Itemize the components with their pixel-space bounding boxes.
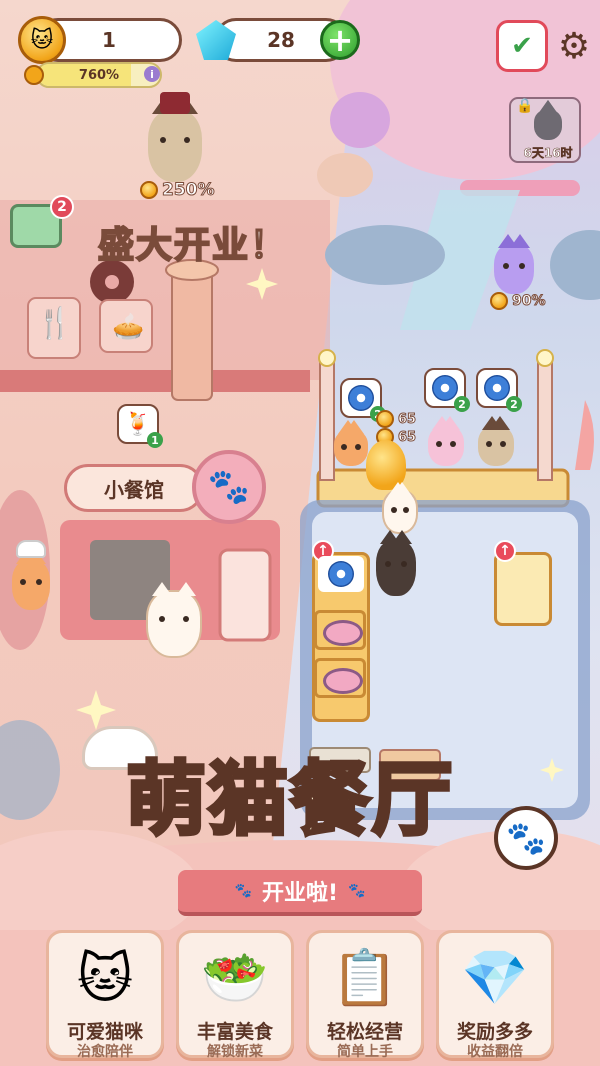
- empty-station[interactable]: [494, 552, 552, 626]
- cook-cat[interactable]: [376, 530, 416, 596]
- coin-count: 1: [102, 28, 116, 52]
- feature-subtitle: 解锁新菜: [207, 1044, 263, 1060]
- feature-subtitle: 简单上手: [337, 1044, 393, 1060]
- locked-slot[interactable]: 🔒 6天16时: [516, 98, 580, 162]
- feature-title: 丰富美食: [196, 1021, 273, 1043]
- locked-timer: 6天16时: [523, 146, 573, 161]
- gem-count: 28: [267, 28, 295, 52]
- daily-task-button[interactable]: ✔: [496, 20, 548, 72]
- lunchbox-badge: 2: [50, 195, 74, 219]
- feature-subtitle: 收益翻倍: [467, 1044, 523, 1060]
- paw-small-icon: 🐾: [234, 883, 252, 899]
- cat-eyes: [20, 579, 42, 587]
- purple-cat-bonus-tag: 90%: [490, 292, 546, 310]
- host-bonus-value: 250%: [162, 180, 216, 201]
- coin-icon: [490, 292, 508, 310]
- cat-eyes: [435, 441, 457, 449]
- settings-button[interactable]: ⚙: [548, 20, 600, 72]
- paw-small-icon: 🐾: [348, 883, 366, 899]
- floating-coin-1: 65: [376, 410, 417, 428]
- feature-title: 可爱猫咪: [66, 1021, 143, 1043]
- purple-cat[interactable]: [494, 234, 534, 294]
- chef-cat[interactable]: [12, 550, 50, 610]
- host-cat[interactable]: [148, 100, 202, 182]
- game-title: 萌猫餐厅: [124, 753, 454, 846]
- coin-icon: [376, 410, 394, 428]
- checklist-icon: 📋: [331, 946, 399, 1009]
- cat-eyes: [159, 616, 189, 624]
- cat-eyes: [384, 561, 408, 569]
- donut-order-bubble-2[interactable]: 2: [424, 368, 470, 412]
- donut-station[interactable]: [318, 556, 364, 592]
- title-ribbon: 🐾 开业啦! 🐾: [178, 870, 422, 916]
- progress-coin-icon: [24, 65, 44, 85]
- feature-subtitle: 治愈陪伴: [77, 1044, 133, 1060]
- chef-hat-icon: [16, 540, 46, 558]
- calico-cat[interactable]: [146, 582, 202, 658]
- drink-order-bubble[interactable]: 🍹 1: [117, 404, 163, 448]
- feature-title: 奖励多多: [456, 1021, 533, 1043]
- cat-eyes: [502, 263, 526, 271]
- drink-order-count: 1: [147, 432, 163, 448]
- diamond-coin-icon: 💎: [461, 946, 529, 1009]
- add-gems-button[interactable]: +: [320, 20, 360, 60]
- upgrade-arrow-icon[interactable]: ↑: [494, 540, 516, 562]
- feature-card-rewards[interactable]: 💎 奖励多多 收益翻倍: [436, 930, 554, 1060]
- food-icon: 🥗: [201, 946, 269, 1009]
- customer-cat-orange[interactable]: [334, 420, 368, 466]
- lock-icon: 🔒: [516, 98, 534, 114]
- coin-icon: [140, 181, 158, 199]
- cat-eyes: [391, 507, 409, 515]
- top-hat-icon: [160, 92, 190, 114]
- donut-icon: [432, 375, 458, 401]
- cat-eyes: [159, 137, 191, 145]
- locked-cat: [534, 100, 562, 140]
- order-count: 2: [454, 396, 470, 412]
- feature-title: 轻松经营: [326, 1021, 403, 1043]
- calendar-check-icon: ✔: [511, 31, 533, 61]
- feature-card-cute-cats[interactable]: 🐱 可爱猫咪 治愈陪伴: [46, 930, 164, 1060]
- restaurant-sign-label: 小餐馆: [104, 477, 164, 502]
- cat-eyes: [341, 443, 361, 452]
- customer-cat-pink[interactable]: [428, 416, 464, 466]
- waiter-cat[interactable]: [382, 482, 418, 534]
- info-icon[interactable]: i: [144, 66, 160, 82]
- frying-pan-station-2[interactable]: [314, 658, 366, 698]
- donut-icon: [328, 561, 354, 587]
- restaurant-sign[interactable]: 小餐馆: [64, 464, 204, 512]
- grand-opening-text: 盛大开业！: [97, 224, 289, 267]
- feature-card-easy-management[interactable]: 📋 轻松经营 简单上手: [306, 930, 424, 1060]
- coin-icon: [18, 16, 66, 64]
- gear-icon: ⚙: [557, 25, 591, 67]
- donut-order-bubble-3[interactable]: 2: [476, 368, 522, 412]
- game-scene: 1 760% i 28 + ✔ ⚙ 250% 2 盛大开业！ 🍴 🥧 🍹 1 小…: [0, 0, 600, 1066]
- utensils-icon: 🍴: [36, 306, 74, 341]
- drink-icon: 🍹: [124, 411, 152, 437]
- host-bonus-tag: 250%: [140, 180, 216, 201]
- paw-title-icon: 🐾: [494, 806, 558, 870]
- title-ribbon-text: 开业啦!: [261, 881, 339, 906]
- frying-pan-station-1[interactable]: [314, 610, 366, 650]
- order-count: 2: [506, 396, 522, 412]
- progress-label: 760%: [78, 67, 120, 83]
- donut-icon: [348, 385, 374, 411]
- floating-coin-value: 65: [397, 429, 417, 445]
- floating-coin-value: 65: [397, 411, 417, 427]
- pie-icon: 🥧: [112, 312, 145, 342]
- purple-cat-bonus-value: 90%: [512, 293, 547, 310]
- customer-cat-siamese[interactable]: [478, 416, 514, 466]
- cat-icon: 🐱: [76, 946, 134, 1010]
- cat-eyes: [485, 441, 507, 449]
- feature-card-rich-food[interactable]: 🥗 丰富美食 解锁新菜: [176, 930, 294, 1060]
- paw-sign-icon: 🐾: [192, 450, 266, 524]
- donut-icon: [484, 375, 510, 401]
